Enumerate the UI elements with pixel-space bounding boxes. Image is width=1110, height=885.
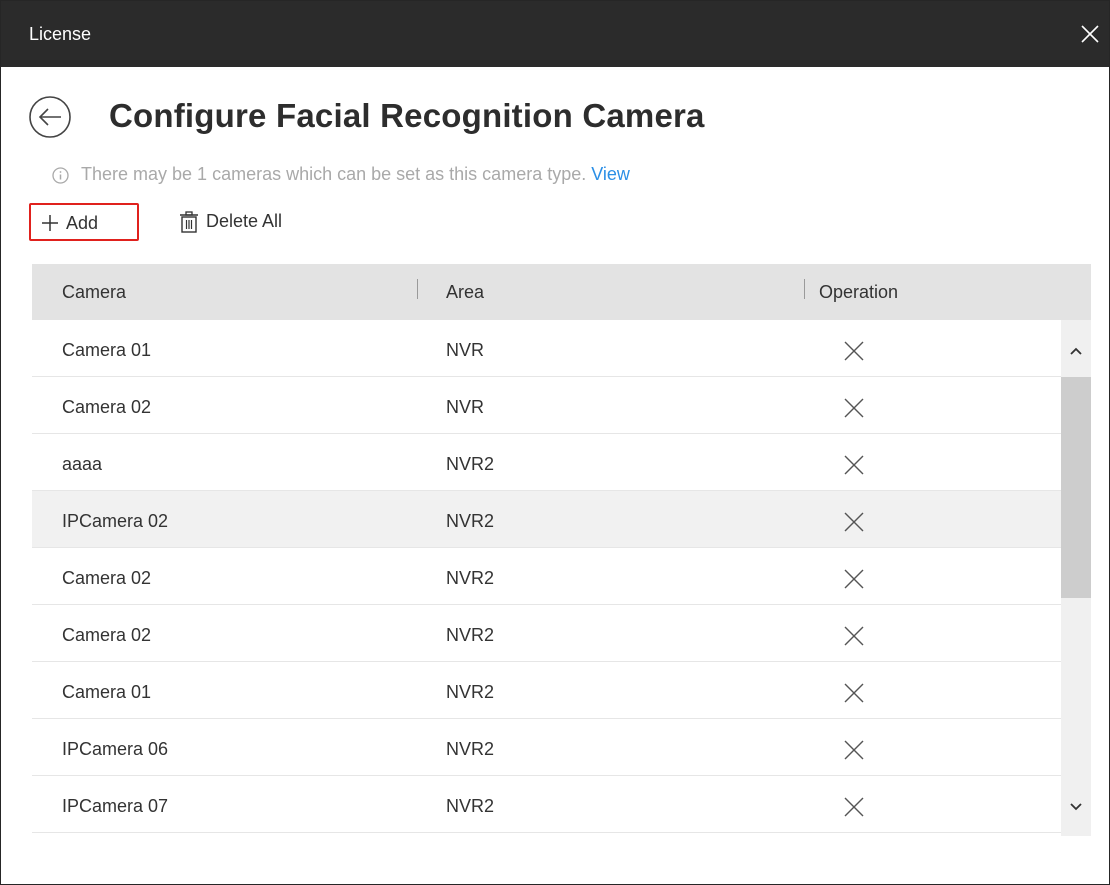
camera-name-cell: aaaa <box>62 454 103 474</box>
camera-name-cell: Camera 02 <box>62 625 152 645</box>
delete-x-icon[interactable] <box>843 397 865 419</box>
add-button-label: Add <box>66 213 99 233</box>
delete-x-icon[interactable] <box>843 625 865 647</box>
table-row[interactable]: IPCamera 02 NVR2 <box>32 491 1061 548</box>
delete-x-icon[interactable] <box>843 796 865 818</box>
hint-text: There may be 1 cameras which can be set … <box>81 164 630 185</box>
area-cell: NVR2 <box>446 796 495 816</box>
camera-name-cell: Camera 02 <box>62 568 152 588</box>
delete-x-icon[interactable] <box>843 340 865 362</box>
table-row[interactable]: Camera 02 NVR2 <box>32 548 1061 605</box>
delete-all-label: Delete All <box>206 211 283 231</box>
table-row[interactable]: aaaa NVR2 <box>32 434 1061 491</box>
table-row[interactable]: Camera 02 NVR <box>32 377 1061 434</box>
area-cell: NVR <box>446 340 485 360</box>
delete-x-icon[interactable] <box>843 511 865 533</box>
camera-name-cell: IPCamera 06 <box>62 739 169 759</box>
area-cell: NVR2 <box>446 682 495 702</box>
view-link[interactable]: View <box>591 164 630 184</box>
info-icon <box>52 167 69 184</box>
camera-name-cell: Camera 01 <box>62 340 152 360</box>
area-cell: NVR2 <box>446 568 495 588</box>
vertical-scrollbar[interactable] <box>1061 320 1091 836</box>
table-header: Camera Area Operation <box>32 264 1091 320</box>
area-cell: NVR2 <box>446 625 495 645</box>
area-cell: NVR <box>446 397 485 417</box>
plus-icon <box>42 215 58 231</box>
area-cell: NVR2 <box>446 739 495 759</box>
camera-name-cell: Camera 01 <box>62 682 152 702</box>
close-icon[interactable] <box>1079 23 1101 45</box>
scroll-down-chevron-icon[interactable] <box>1061 779 1091 836</box>
license-window: License Configure Facial Recognition Cam… <box>0 0 1110 885</box>
column-divider[interactable] <box>417 279 418 299</box>
column-header-camera[interactable]: Camera <box>62 282 126 303</box>
column-header-area[interactable]: Area <box>446 282 484 303</box>
area-cell: NVR2 <box>446 454 495 474</box>
camera-table-body: Camera 01 NVR Camera 02 NVR aaaa NVR2 IPCamera… <box>32 320 1061 836</box>
column-divider[interactable] <box>804 279 805 299</box>
area-cell: NVR2 <box>446 511 495 531</box>
hint-message: There may be 1 cameras which can be set … <box>81 164 592 184</box>
page-title: Configure Facial Recognition Camera <box>109 97 705 134</box>
table-row[interactable]: Camera 02 NVR2 <box>32 605 1061 662</box>
delete-x-icon[interactable] <box>843 739 865 761</box>
delete-x-icon[interactable] <box>843 568 865 590</box>
scrollbar-thumb[interactable] <box>1061 377 1091 599</box>
scroll-up-chevron-icon[interactable] <box>1061 320 1091 377</box>
window-title: License <box>29 24 92 44</box>
delete-x-icon[interactable] <box>843 682 865 704</box>
column-header-operation: Operation <box>819 282 899 302</box>
camera-name-cell: IPCamera 02 <box>62 511 169 531</box>
back-arrow-icon[interactable] <box>28 95 72 139</box>
table-row[interactable]: IPCamera 06 NVR2 <box>32 719 1061 776</box>
table-row[interactable]: Camera 01 NVR2 <box>32 662 1061 719</box>
table-row[interactable]: Camera 01 NVR <box>32 320 1061 377</box>
camera-name-cell: Camera 02 <box>62 397 152 417</box>
trash-icon <box>180 211 198 233</box>
camera-name-cell: IPCamera 07 <box>62 796 169 816</box>
title-bar: License <box>1 1 1109 67</box>
add-button[interactable]: Add <box>29 203 139 241</box>
delete-x-icon[interactable] <box>843 454 865 476</box>
table-row[interactable]: IPCamera 07 NVR2 <box>32 776 1061 833</box>
